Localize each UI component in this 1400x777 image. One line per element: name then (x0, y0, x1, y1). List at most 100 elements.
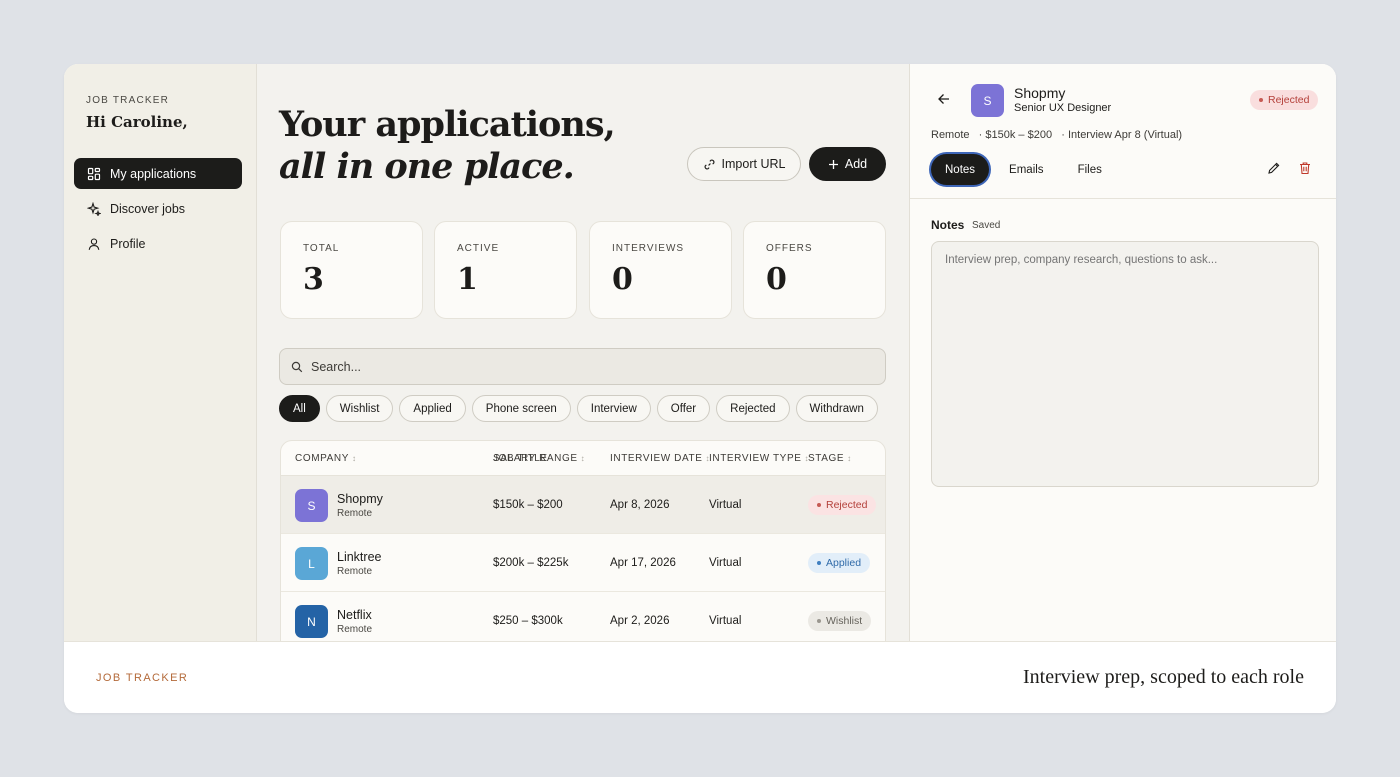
search-bar (279, 348, 886, 385)
stat-card-offers: OFFERS 0 (743, 221, 886, 319)
notes-textarea[interactable] (931, 241, 1319, 487)
stage-badge: Rejected (808, 495, 877, 515)
import-url-button[interactable]: Import URL (687, 147, 801, 181)
sort-icon: ↕ (352, 454, 357, 463)
company-location: Remote (337, 566, 373, 577)
main-panel: Your applications, all in one place. Imp… (258, 64, 909, 641)
company-name: Linktree (337, 550, 382, 564)
sidebar: JOB TRACKER Hi Caroline, My applications… (64, 64, 257, 641)
interview-date-cell: Apr 8, 2026 (610, 499, 670, 511)
filter-chip-phone-screen[interactable]: Phone screen (471, 395, 571, 422)
table-row[interactable]: S Shopmy Remote $150k – $200 Apr 8, 2026… (281, 476, 885, 534)
search-input[interactable] (311, 359, 811, 374)
sidebar-item-profile[interactable]: Profile (74, 228, 242, 259)
interview-type-cell: Virtual (709, 499, 742, 511)
stat-card-total: TOTAL 3 (280, 221, 423, 319)
import-url-label: Import URL (721, 157, 786, 171)
stat-label: INTERVIEWS (612, 243, 685, 254)
screenshot-card: JOB TRACKER Hi Caroline, My applications… (64, 64, 1336, 713)
tab-files[interactable]: Files (1064, 154, 1116, 185)
company-logo: L (295, 547, 328, 580)
filter-chip-wishlist[interactable]: Wishlist (325, 395, 394, 422)
column-header-stage[interactable]: STAGE ↕ (808, 453, 852, 464)
footer-caption: Interview prep, scoped to each role (1023, 666, 1304, 688)
sidebar-item-discover-jobs[interactable]: Discover jobs (74, 193, 242, 224)
sidebar-item-label: My applications (110, 166, 197, 181)
interview-date-cell: Apr 2, 2026 (610, 615, 670, 627)
filter-chip-offer[interactable]: Offer (656, 395, 711, 422)
interview-type-cell: Virtual (709, 557, 742, 569)
table-row[interactable]: L Linktree Remote $200k – $225k Apr 17, … (281, 534, 885, 592)
stat-value: 0 (766, 262, 787, 297)
salary-cell: $250 – $300k (493, 615, 563, 627)
stat-label: TOTAL (303, 243, 340, 254)
sidebar-item-label: Discover jobs (110, 201, 186, 216)
page-title: Your applications, all in one place. (279, 104, 616, 188)
sort-icon: ↕ (847, 454, 852, 463)
search-icon (291, 361, 303, 373)
notes-label: Notes (931, 218, 965, 232)
sort-icon: ↕ (580, 454, 586, 463)
stage-badge: Applied (808, 553, 871, 573)
page-title-line1: Your applications, (279, 104, 616, 145)
stat-card-interviews: INTERVIEWS 0 (589, 221, 732, 319)
stat-value: 3 (303, 262, 324, 297)
column-header-interview-type[interactable]: INTERVIEW TYPE ↕ (709, 453, 809, 464)
add-button[interactable]: Add (809, 147, 886, 181)
company-logo: S (971, 84, 1004, 117)
sidebar-item-label: Profile (110, 236, 146, 251)
salary-cell: $150k – $200 (493, 499, 563, 511)
page-title-line2: all in one place. (279, 146, 575, 187)
plus-icon (828, 159, 839, 170)
applications-table: COMPANY ↕ JOB TITLE SALARY RANGE ↕ INTERVI… (280, 440, 886, 641)
back-arrow-icon[interactable] (936, 91, 952, 107)
brand-label: JOB TRACKER (86, 95, 170, 106)
link-icon (703, 158, 716, 171)
detail-panel: S Shopmy Senior UX Designer Rejected Rem… (909, 64, 1336, 641)
footer-brand: JOB TRACKER (96, 672, 189, 684)
detail-meta: Remote · $150k – $200 · Interview Apr 8 … (931, 129, 1183, 141)
stat-label: ACTIVE (457, 243, 500, 254)
footer: JOB TRACKER Interview prep, scoped to ea… (64, 641, 1336, 713)
app-window: JOB TRACKER Hi Caroline, My applications… (64, 64, 1336, 641)
stat-label: OFFERS (766, 243, 813, 254)
interview-date-cell: Apr 17, 2026 (610, 557, 676, 569)
divider (910, 198, 1336, 199)
detail-company-name: Shopmy (1014, 85, 1066, 101)
company-name: Netflix (337, 608, 372, 622)
filter-chip-all[interactable]: All (279, 395, 320, 422)
company-logo: N (295, 605, 328, 638)
stat-card-active: ACTIVE 1 (434, 221, 577, 319)
filter-chips: All Wishlist Applied Phone screen Interv… (279, 395, 878, 422)
detail-role: Senior UX Designer (1014, 102, 1112, 114)
column-header-salary-range[interactable]: SALARY RANGE ↕ (493, 453, 585, 464)
filter-chip-withdrawn[interactable]: Withdrawn (795, 395, 878, 422)
greeting: Hi Caroline, (86, 113, 188, 131)
filter-chip-interview[interactable]: Interview (576, 395, 651, 422)
filter-chip-rejected[interactable]: Rejected (716, 395, 790, 422)
company-location: Remote (337, 624, 373, 635)
filter-chip-applied[interactable]: Applied (399, 395, 466, 422)
column-header-interview-date[interactable]: INTERVIEW DATE ↕ (610, 453, 710, 464)
salary-cell: $200k – $225k (493, 557, 569, 569)
detail-tabs: Notes Emails Files (931, 154, 1116, 185)
pencil-icon[interactable] (1267, 161, 1281, 175)
sidebar-item-my-applications[interactable]: My applications (74, 158, 242, 189)
company-location: Remote (337, 508, 373, 519)
stat-value: 0 (612, 262, 633, 297)
trash-icon[interactable] (1298, 161, 1312, 175)
status-badge[interactable]: Rejected (1250, 90, 1319, 110)
sparkle-icon (87, 201, 101, 216)
status-dot (1259, 98, 1263, 102)
tab-emails[interactable]: Emails (995, 154, 1058, 185)
table-row[interactable]: N Netflix Remote $250 – $300k Apr 2, 202… (281, 592, 885, 641)
column-header-company[interactable]: COMPANY ↕ (295, 453, 357, 464)
stage-badge: Wishlist (808, 611, 872, 631)
company-logo: S (295, 489, 328, 522)
tab-notes[interactable]: Notes (931, 154, 990, 185)
company-name: Shopmy (337, 492, 383, 506)
user-icon (87, 237, 101, 251)
grid-icon (87, 167, 101, 181)
table-header: COMPANY ↕ JOB TITLE SALARY RANGE ↕ INTERVI… (281, 441, 885, 476)
interview-type-cell: Virtual (709, 615, 742, 627)
